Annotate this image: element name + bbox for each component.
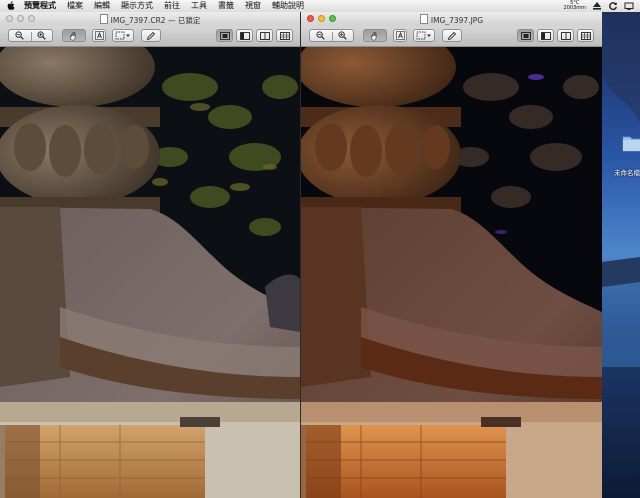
folder-label[interactable]: 未命名檔 (614, 167, 640, 177)
image-canvas[interactable] (0, 27, 300, 498)
weather-place: 2003mm (563, 5, 586, 11)
preview-window-cr2: IMG_7397.CR2 — 已鎖定 (0, 12, 300, 498)
toolbar (301, 26, 602, 47)
menu-go[interactable]: 前往 (164, 0, 180, 12)
menu-view[interactable]: 顯示方式 (121, 0, 153, 12)
menu-app-name[interactable]: 預覽程式 (24, 0, 56, 12)
titlebar[interactable]: IMG_7397.CR2 — 已鎖定 (0, 12, 300, 26)
text-tool-button[interactable] (92, 29, 106, 42)
grid-icon (580, 31, 591, 40)
apple-menu-icon[interactable] (6, 1, 16, 11)
document-icon (99, 14, 108, 24)
eject-icon[interactable] (592, 1, 602, 11)
photo-jpg (301, 27, 602, 498)
rect-select-icon (416, 31, 431, 40)
zoom-out-icon (316, 31, 326, 40)
view-single-button[interactable] (216, 29, 233, 42)
selection-tool-button[interactable] (112, 29, 134, 42)
text-tool-button[interactable] (393, 29, 407, 42)
text-select-icon (395, 31, 405, 40)
single-page-icon (219, 31, 230, 40)
desktop-wallpaper (602, 12, 640, 498)
hand-icon (70, 31, 76, 41)
hand-icon (371, 31, 377, 41)
menu-edit[interactable]: 編輯 (94, 0, 110, 12)
menu-file[interactable]: 檔案 (67, 0, 83, 12)
folder-icon[interactable] (622, 134, 640, 152)
single-page-icon (520, 31, 531, 40)
zoom-out-icon (15, 31, 25, 40)
sync-icon[interactable] (608, 1, 618, 11)
zoom-control (309, 29, 354, 42)
grid-icon (279, 31, 290, 40)
view-sidebar-button[interactable] (236, 29, 253, 42)
zoom-control (8, 29, 53, 42)
view-sidebar-button[interactable] (537, 29, 554, 42)
zoom-out-button[interactable] (9, 31, 31, 40)
menu-bookmarks[interactable]: 書籤 (218, 0, 234, 12)
zoom-in-button[interactable] (332, 31, 354, 40)
two-pane-icon (259, 31, 270, 40)
zoom-out-button[interactable] (310, 31, 332, 40)
titlebar[interactable]: IMG_7397.JPG (301, 12, 602, 26)
two-pane-icon (560, 31, 571, 40)
move-tool-button[interactable] (363, 29, 387, 42)
toolbar (0, 26, 300, 47)
weather-widget[interactable]: 5°C 2003mm (564, 1, 586, 11)
zoom-in-icon (37, 31, 46, 40)
pencil-icon (447, 31, 457, 40)
sidebar-icon (239, 31, 250, 40)
annotate-button[interactable] (442, 29, 462, 42)
screen-sharing-icon[interactable] (624, 1, 634, 11)
zoom-in-icon (338, 31, 347, 40)
menu-help[interactable]: 輔助說明 (272, 0, 304, 12)
window-title: IMG_7397.CR2 — 已鎖定 (110, 16, 201, 25)
annotate-button[interactable] (141, 29, 161, 42)
view-grid-button[interactable] (577, 29, 594, 42)
photo-cr2 (0, 27, 300, 498)
pencil-icon (146, 31, 156, 40)
zoom-in-button[interactable] (31, 31, 53, 40)
view-contact-sheet-button[interactable] (557, 29, 574, 42)
rect-select-icon (115, 31, 130, 40)
window-title: IMG_7397.JPG (430, 16, 484, 25)
document-icon (419, 14, 428, 24)
selection-tool-button[interactable] (413, 29, 435, 42)
move-tool-button[interactable] (62, 29, 86, 42)
preview-window-jpg: IMG_7397.JPG (301, 12, 602, 498)
menu-window[interactable]: 視窗 (245, 0, 261, 12)
view-contact-sheet-button[interactable] (256, 29, 273, 42)
image-canvas[interactable] (301, 27, 602, 498)
desktop: 未命名檔 (602, 12, 640, 498)
view-grid-button[interactable] (276, 29, 293, 42)
sidebar-icon (540, 31, 551, 40)
menu-tools[interactable]: 工具 (191, 0, 207, 12)
text-select-icon (94, 31, 104, 40)
view-single-button[interactable] (517, 29, 534, 42)
